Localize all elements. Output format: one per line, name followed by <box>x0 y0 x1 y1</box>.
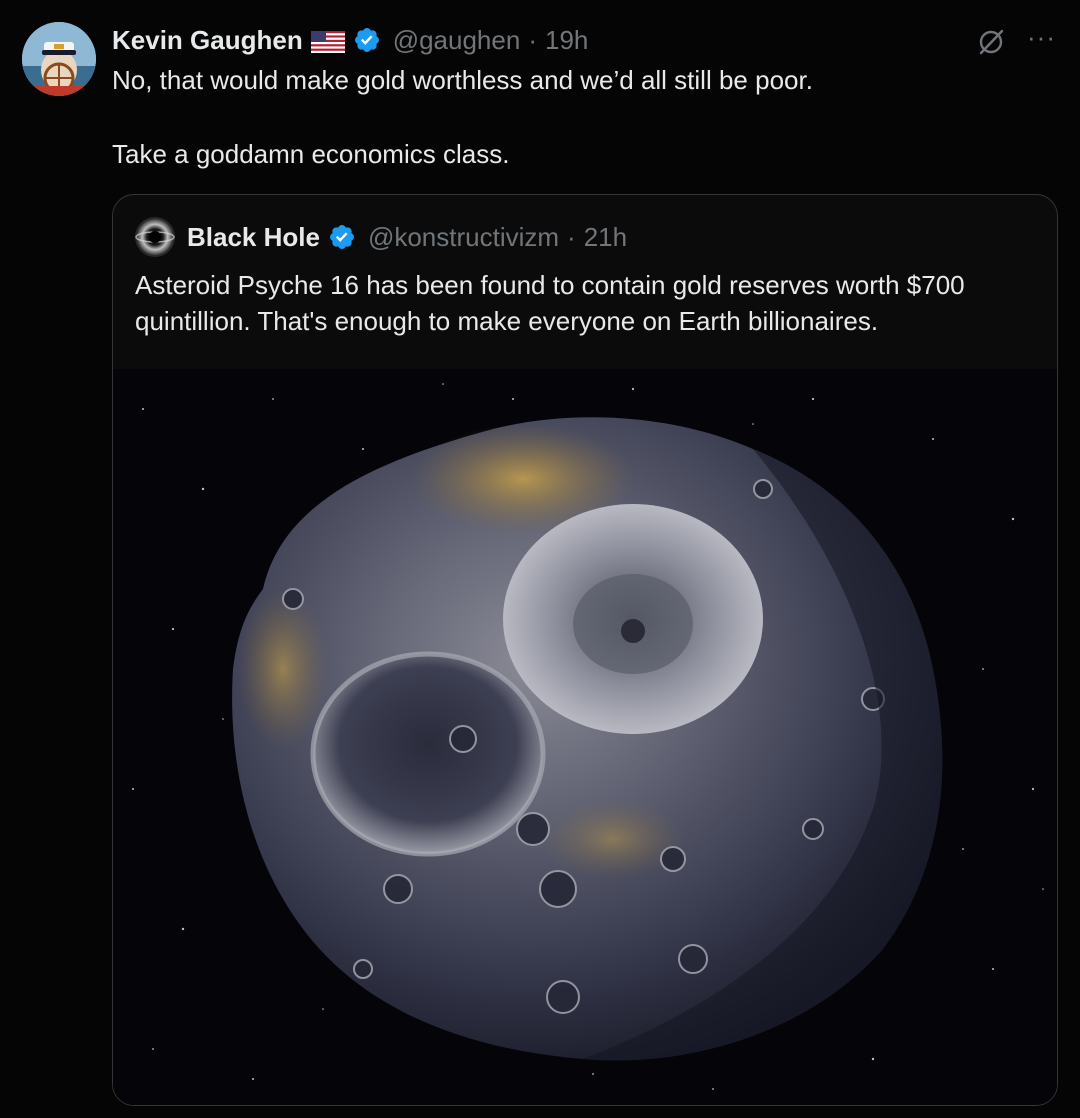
us-flag-icon <box>310 29 345 53</box>
quoted-author-handle[interactable]: @konstructivizm <box>368 222 559 253</box>
asteroid-image[interactable] <box>113 369 1057 1105</box>
separator-dot: · <box>528 24 537 55</box>
quoted-tweet-timestamp[interactable]: 21h <box>584 222 627 253</box>
tweet-body: No, that would make gold worthless and w… <box>112 62 1042 172</box>
quoted-tweet-header: Black Hole @konstructivizm · 21h <box>135 217 627 257</box>
quoted-author-name[interactable]: Black Hole <box>187 222 320 253</box>
more-options-icon[interactable]: ··· <box>1027 24 1056 50</box>
tweet-paragraph: Take a goddamn economics class. <box>112 139 510 169</box>
tweet[interactable]: Kevin Gaughen @gaughen · 19h ··· No, tha… <box>0 0 1080 1118</box>
author-name[interactable]: Kevin Gaughen <box>112 25 303 56</box>
quoted-author-avatar[interactable] <box>135 217 175 257</box>
verified-badge-icon[interactable] <box>353 26 381 54</box>
tweet-header: Kevin Gaughen @gaughen · 19h <box>112 22 588 58</box>
quoted-tweet[interactable]: Black Hole @konstructivizm · 21h Asteroi… <box>112 194 1058 1106</box>
separator-dot: · <box>567 221 576 252</box>
tweet-actions-top: ··· <box>975 24 1056 58</box>
tweet-timestamp[interactable]: 19h <box>545 25 588 56</box>
grok-icon[interactable] <box>975 26 1007 58</box>
author-handle[interactable]: @gaughen <box>393 25 521 56</box>
verified-badge-icon[interactable] <box>328 223 356 251</box>
tweet-paragraph: No, that would make gold worthless and w… <box>112 65 813 95</box>
quoted-tweet-text: Asteroid Psyche 16 has been found to con… <box>135 270 965 336</box>
author-avatar[interactable] <box>22 22 96 96</box>
